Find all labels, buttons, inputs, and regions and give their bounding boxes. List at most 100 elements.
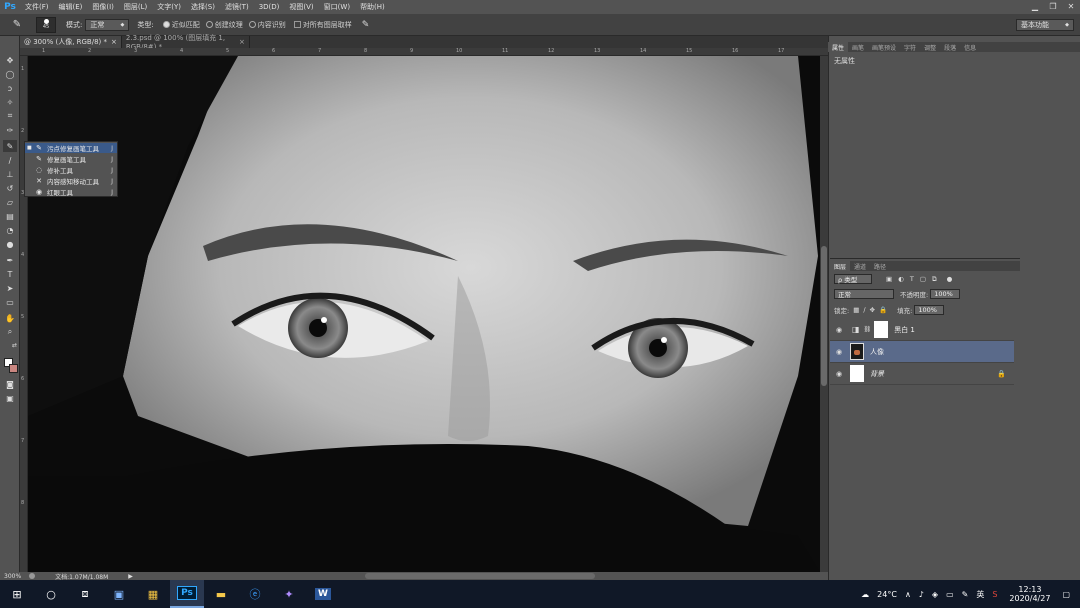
radio-proximity[interactable] bbox=[162, 21, 170, 28]
blur-tool-icon[interactable]: ◔ bbox=[3, 224, 17, 236]
input-method-icon[interactable]: S bbox=[992, 590, 997, 599]
visibility-eye-icon[interactable]: ◉ bbox=[834, 370, 844, 378]
tab-character[interactable]: 字符 bbox=[900, 42, 920, 52]
tab-document-1[interactable]: @ 300% (人像, RGB/8) * × bbox=[20, 36, 122, 48]
zoom-tool-icon[interactable]: ⌕ bbox=[3, 326, 17, 338]
game-app-icon[interactable]: ✦ bbox=[272, 580, 306, 608]
photoshop-logo-icon[interactable]: Ps bbox=[0, 0, 20, 14]
brush-size-picker[interactable]: 45 bbox=[36, 16, 56, 33]
tab-adjustments[interactable]: 调整 bbox=[920, 42, 940, 52]
restore-button[interactable]: ❐ bbox=[1044, 0, 1062, 12]
lasso-tool-icon[interactable]: ↄ bbox=[3, 82, 17, 94]
store-app-icon[interactable]: ▦ bbox=[136, 580, 170, 608]
photoshop-taskbar-button[interactable]: Ps bbox=[170, 580, 204, 608]
tab-layers[interactable]: 图层 bbox=[830, 261, 851, 271]
menu-item-healing-brush[interactable]: ✎ 修复画笔工具 J bbox=[25, 154, 117, 164]
radio-texture[interactable] bbox=[205, 21, 213, 28]
history-brush-tool-icon[interactable]: ↺ bbox=[3, 182, 17, 194]
clock[interactable]: 12:13 2020/4/27 bbox=[1009, 585, 1050, 603]
tab-paragraph[interactable]: 段落 bbox=[940, 42, 960, 52]
spot-healing-tool-icon[interactable]: ✎ bbox=[3, 140, 17, 152]
share-icon[interactable] bbox=[29, 573, 36, 579]
marquee-tool-icon[interactable]: ◯ bbox=[3, 68, 17, 80]
pen-tray-icon[interactable]: ✎ bbox=[962, 590, 969, 599]
close-button[interactable]: ✕ bbox=[1062, 0, 1080, 12]
tab-channels[interactable]: 通道 bbox=[850, 261, 870, 271]
document-canvas[interactable] bbox=[28, 56, 820, 572]
menu-filter[interactable]: 滤镜(T) bbox=[220, 2, 254, 12]
tab-brush-presets[interactable]: 画笔预设 bbox=[868, 42, 900, 52]
visibility-eye-icon[interactable]: ◉ bbox=[834, 326, 844, 334]
clone-stamp-tool-icon[interactable]: ⊥ bbox=[3, 168, 17, 180]
file-explorer-icon[interactable]: ▬ bbox=[204, 580, 238, 608]
ime-indicator[interactable]: 英 bbox=[976, 589, 984, 600]
menu-file[interactable]: 文件(F) bbox=[20, 2, 54, 12]
close-icon[interactable]: × bbox=[111, 38, 117, 46]
filter-pixel-icon[interactable]: ▣ bbox=[886, 275, 892, 283]
dodge-tool-icon[interactable]: ● bbox=[3, 238, 17, 250]
filter-shape-icon[interactable]: ▢ bbox=[920, 275, 926, 283]
path-select-tool-icon[interactable]: ➤ bbox=[3, 282, 17, 294]
layer-filter-select[interactable]: ρ 类型 bbox=[834, 274, 872, 284]
layer-row-bw-adjustment[interactable]: ◉ ◨ ⛓ 黑白 1 bbox=[830, 319, 1014, 341]
menu-item-spot-healing[interactable]: ■ ✎ 污点修复画笔工具 J bbox=[25, 143, 117, 153]
type-tool-icon[interactable]: T bbox=[3, 268, 17, 280]
blend-mode-select[interactable]: 正常 bbox=[834, 289, 894, 299]
zoom-level[interactable]: 300% bbox=[4, 573, 21, 580]
menu-item-content-aware-move[interactable]: ✕ 内容感知移动工具 J bbox=[25, 176, 117, 186]
visibility-eye-icon[interactable]: ◉ bbox=[834, 348, 844, 356]
menu-help[interactable]: 帮助(H) bbox=[355, 2, 390, 12]
tool-preset-icon[interactable]: ✎ bbox=[4, 17, 30, 33]
hand-tool-icon[interactable]: ✋ bbox=[3, 312, 17, 324]
layer-row-background[interactable]: ◉ 背景 🔒 bbox=[830, 363, 1014, 385]
quick-mask-icon[interactable]: ◙ bbox=[3, 378, 17, 390]
workspace-select[interactable]: 基本功能 ◆ bbox=[1016, 18, 1074, 31]
quick-select-tool-icon[interactable]: ✧ bbox=[3, 96, 17, 108]
menu-type[interactable]: 文字(Y) bbox=[152, 2, 186, 12]
search-circle-icon[interactable]: ○ bbox=[34, 580, 68, 608]
filter-type-icon[interactable]: T bbox=[910, 275, 914, 283]
menu-item-patch[interactable]: ◌ 修补工具 J bbox=[25, 165, 117, 175]
fill-input[interactable]: 100% bbox=[914, 305, 945, 315]
vertical-scrollbar[interactable] bbox=[820, 56, 828, 572]
menu-image[interactable]: 图像(I) bbox=[87, 2, 119, 12]
pressure-brush-icon[interactable]: ✎ bbox=[362, 20, 370, 30]
app-tray-icon[interactable]: ◈ bbox=[932, 590, 938, 599]
screen-mode-icon[interactable]: ▣ bbox=[3, 392, 17, 404]
volume-icon[interactable]: ♪ bbox=[919, 590, 924, 599]
menu-select[interactable]: 选择(S) bbox=[186, 2, 220, 12]
lock-pixels-icon[interactable]: ∕ bbox=[863, 306, 865, 314]
word-taskbar-button[interactable]: W bbox=[306, 580, 340, 608]
mode-select[interactable]: 正常 ◆ bbox=[85, 18, 130, 31]
chevron-up-icon[interactable]: ∧ bbox=[905, 590, 911, 599]
status-menu-arrow-icon[interactable]: ▶ bbox=[128, 573, 133, 580]
menu-edit[interactable]: 编辑(E) bbox=[54, 2, 88, 12]
notification-icon[interactable]: ▢ bbox=[1062, 590, 1070, 599]
edge-browser-icon[interactable]: ⓔ bbox=[238, 580, 272, 608]
radio-content-aware[interactable] bbox=[248, 21, 256, 28]
sample-all-checkbox[interactable] bbox=[293, 21, 301, 28]
vertical-scroll-thumb[interactable] bbox=[821, 246, 827, 386]
layer-row-portrait[interactable]: ◉ 人像 bbox=[830, 341, 1014, 363]
tab-brush[interactable]: 画笔 bbox=[848, 42, 868, 52]
menu-window[interactable]: 窗口(W) bbox=[319, 2, 355, 12]
filter-toggle-icon[interactable]: ● bbox=[947, 275, 953, 283]
opacity-input[interactable]: 100% bbox=[930, 289, 961, 299]
brush-tool-icon[interactable]: ∕ bbox=[3, 154, 17, 166]
menu-item-red-eye[interactable]: ◉ 红眼工具 J bbox=[25, 187, 117, 197]
pen-tool-icon[interactable]: ✒ bbox=[3, 254, 17, 266]
eraser-tool-icon[interactable]: ▱ bbox=[3, 196, 17, 208]
menu-3d[interactable]: 3D(D) bbox=[254, 3, 285, 11]
tab-info[interactable]: 信息 bbox=[960, 42, 980, 52]
minimize-button[interactable]: ▁ bbox=[1026, 0, 1044, 12]
tab-document-2[interactable]: 2.3.psd @ 100% (图层填充 1, RGB/8#) * × bbox=[122, 34, 250, 51]
swap-colors-icon[interactable]: ⇄ bbox=[12, 342, 17, 349]
tab-properties[interactable]: 属性 bbox=[828, 42, 849, 52]
filter-adjustment-icon[interactable]: ◐ bbox=[898, 275, 904, 283]
close-icon[interactable]: × bbox=[239, 38, 245, 46]
horizontal-scroll-thumb[interactable] bbox=[365, 573, 595, 579]
weather-cloud-icon[interactable]: ☁ bbox=[861, 590, 869, 599]
eyedropper-tool-icon[interactable]: ✑ bbox=[3, 124, 17, 136]
crop-tool-icon[interactable]: ⌗ bbox=[3, 110, 17, 122]
video-app-icon[interactable]: ▣ bbox=[102, 580, 136, 608]
